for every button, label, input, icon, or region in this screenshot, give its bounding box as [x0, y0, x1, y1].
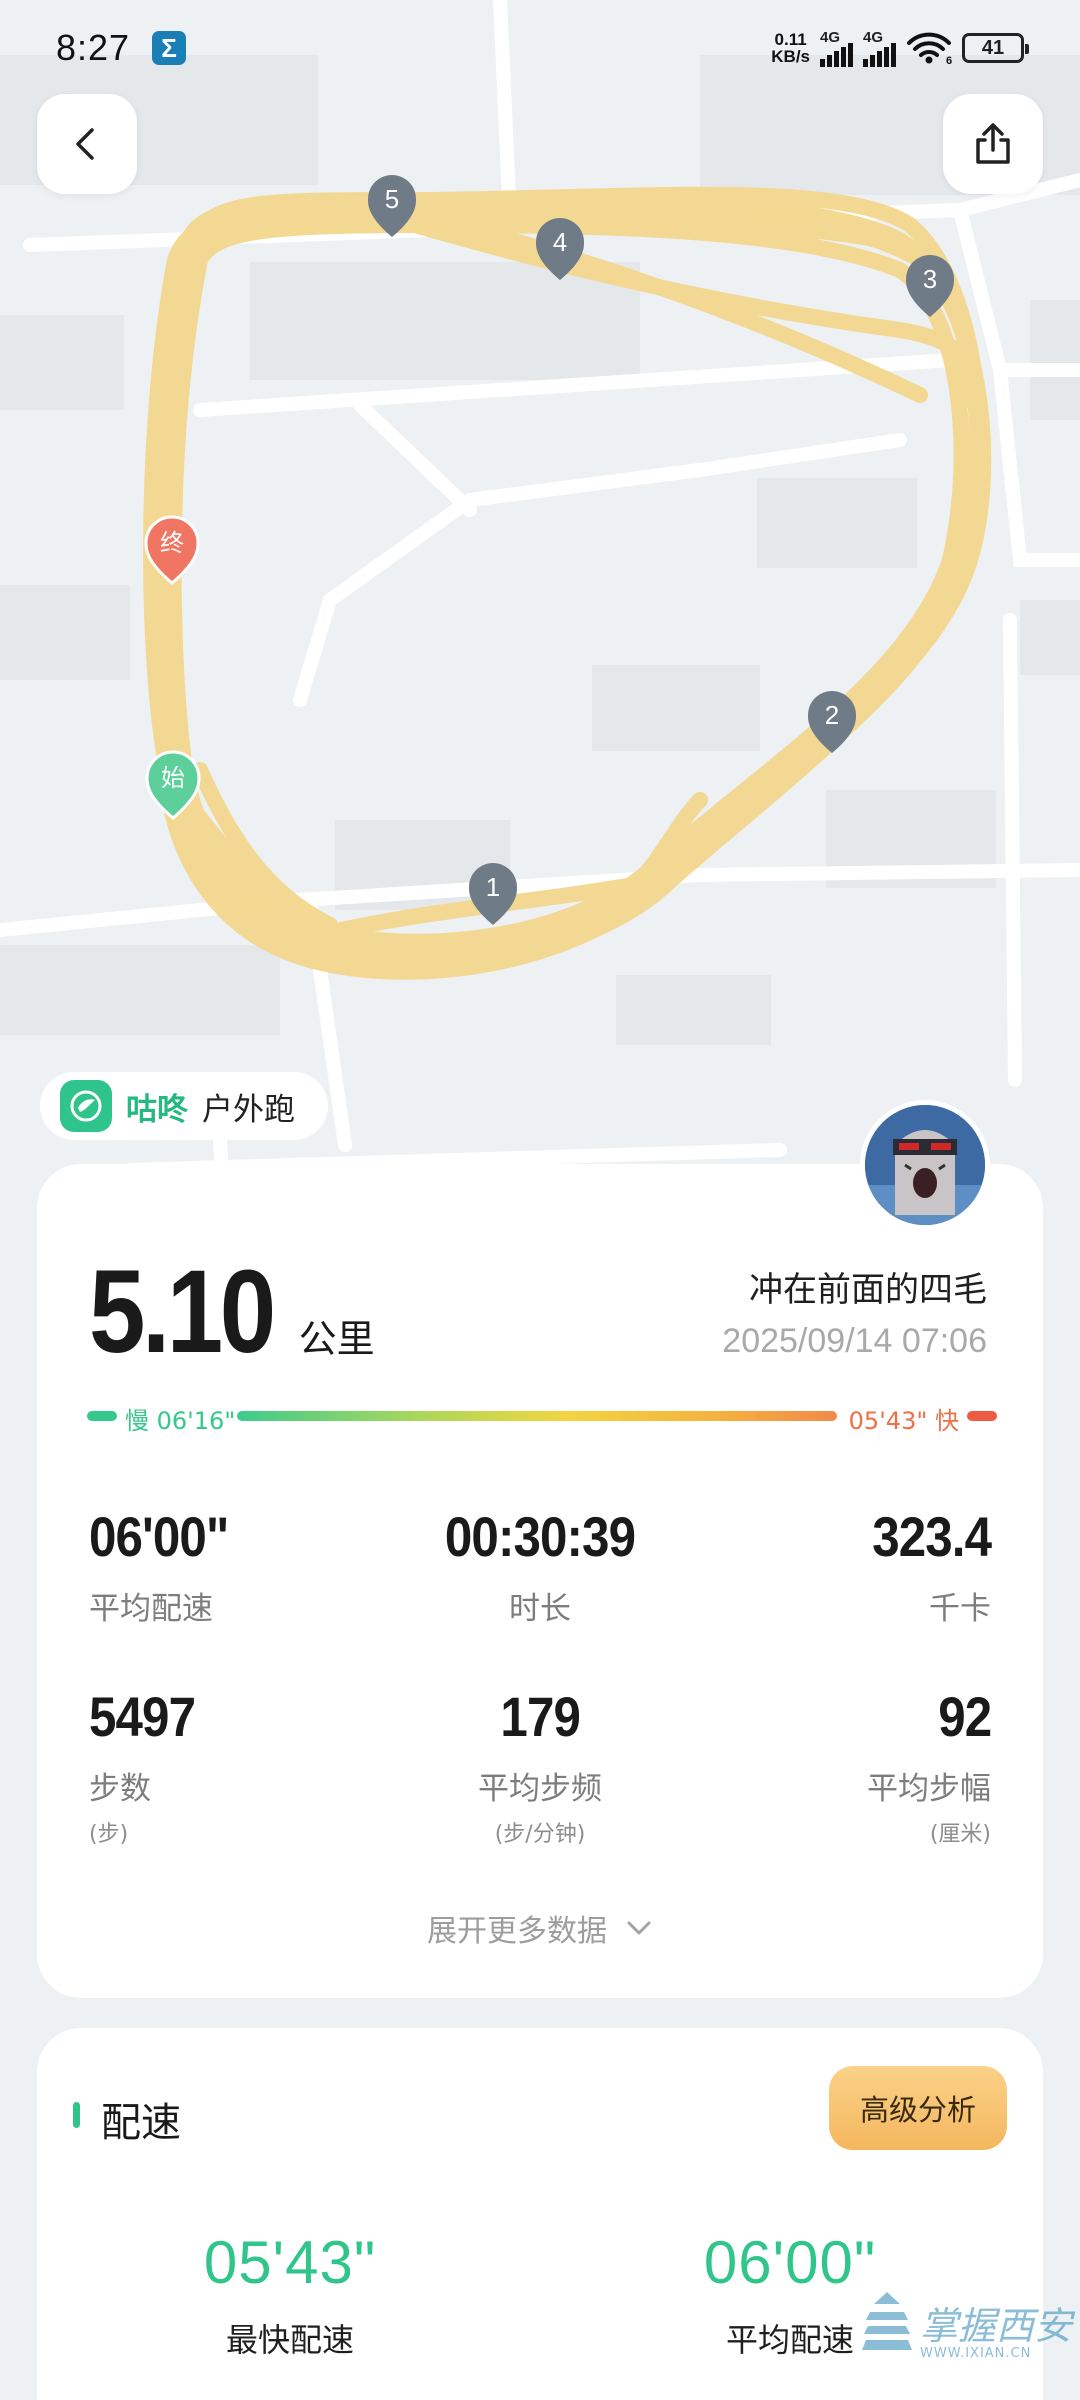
pagoda-logo-icon: [862, 2292, 912, 2350]
stat-calories: 323.4 千卡: [856, 1504, 992, 1628]
stat-label: 平均配速: [89, 1591, 213, 1627]
avatar[interactable]: [860, 1100, 990, 1230]
sigma-app-icon: Σ: [152, 31, 187, 65]
app-name: 咕咚: [126, 1091, 188, 1128]
expand-more-button[interactable]: 展开更多数据: [37, 1906, 1043, 1950]
stat-duration: 00:30:39 时长: [432, 1504, 648, 1628]
average-pace-value: 06'00": [703, 2229, 877, 2296]
stat-unit: (厘米): [929, 1822, 991, 1847]
end-marker-label: 终: [160, 529, 184, 557]
avatar-image-icon: [865, 1105, 985, 1225]
km-marker-3-label: 3: [923, 264, 937, 294]
share-button[interactable]: [943, 94, 1043, 194]
chevron-left-icon: [76, 128, 94, 160]
chevron-down-icon: [627, 1921, 651, 1935]
fastest-pace-value: 05'43": [203, 2229, 377, 2296]
activity-type: 户外跑: [202, 1091, 295, 1128]
battery-icon: 41: [962, 33, 1029, 63]
watermark-url: WWW.IXIAN.CN: [920, 2346, 1032, 2361]
stat-value: 06'00": [89, 1505, 229, 1568]
network-speed-value: 0.11: [774, 30, 807, 49]
share-icon: [976, 123, 1010, 164]
pace-slow-label: 慢 06'16": [125, 1407, 236, 1435]
km-marker-4-label: 4: [553, 227, 567, 257]
codoon-logo-icon: [60, 1080, 112, 1132]
km-marker-2-label: 2: [825, 700, 839, 730]
back-button[interactable]: [37, 94, 137, 194]
stat-unit: (步/分钟): [494, 1822, 586, 1847]
stat-value: 323.4: [872, 1505, 992, 1568]
stat-label: 平均步幅: [867, 1771, 991, 1807]
stat-value: 00:30:39: [444, 1505, 636, 1568]
battery-level: 41: [981, 36, 1005, 59]
stats-row: 5497 步数 (步) 179 平均步频 (步/分钟) 92 平均步幅 (厘米): [89, 1684, 992, 1864]
stat-steps: 5497 步数 (步): [89, 1684, 210, 1848]
fastest-pace-label: 最快配速: [225, 2321, 355, 2359]
summary-card: 5.10 公里 冲在前面的四毛 2025/09/14 07:06 慢 06'16…: [37, 1164, 1043, 1998]
app-source-tag: 咕咚 户外跑: [40, 1072, 328, 1140]
watermark-text: 掌握西安: [920, 2303, 1073, 2348]
km-marker-1-icon: 1: [469, 863, 517, 925]
section-accent-bar: [73, 2102, 80, 2128]
pace-fast-label: 05'43" 快: [848, 1407, 959, 1435]
expand-more-label: 展开更多数据: [427, 1914, 607, 1949]
stats-grid: 06'00" 平均配速 00:30:39 时长 323.4 千卡 5497 步数…: [89, 1504, 992, 1864]
watermark: 掌握西安 WWW.IXIAN.CN: [860, 2290, 1073, 2361]
stats-row: 06'00" 平均配速 00:30:39 时长 323.4 千卡: [89, 1504, 992, 1684]
stat-value: 179: [500, 1685, 580, 1748]
average-pace-label: 平均配速: [725, 2321, 855, 2359]
stat-label: 千卡: [929, 1591, 991, 1627]
stat-value: 5497: [89, 1685, 196, 1748]
fastest-pace: 05'43" 最快配速: [204, 2228, 376, 2361]
wifi-badge: 6: [946, 55, 952, 65]
stat-label: 平均步频: [478, 1771, 602, 1807]
user-name[interactable]: 冲在前面的四毛: [749, 1262, 987, 1311]
wifi-icon: 6: [907, 32, 952, 65]
signal-2-icon: 4G: [863, 29, 896, 67]
network-speed: 0.11 KB/s: [771, 31, 810, 65]
km-marker-1-label: 1: [486, 872, 500, 902]
stat-unit: (步): [89, 1822, 129, 1847]
stat-avg-pace: 06'00" 平均配速: [89, 1504, 247, 1628]
stat-value: 92: [937, 1685, 992, 1748]
status-time: 8:27: [56, 27, 131, 68]
signal-1-tag: 4G: [820, 29, 841, 46]
distance-unit: 公里: [298, 1317, 375, 1361]
signal-2-tag: 4G: [863, 29, 884, 46]
pace-range-bar: 慢 06'16" 05'43" 快: [87, 1396, 997, 1436]
network-speed-unit: KB/s: [771, 47, 810, 66]
distance: 5.10 公里: [89, 1244, 375, 1380]
stat-label: 时长: [508, 1591, 571, 1627]
advanced-analysis-button[interactable]: 高级分析: [829, 2066, 1007, 2150]
pace-gradient-bar: [237, 1411, 837, 1421]
stat-label: 步数: [89, 1771, 151, 1807]
average-pace: 06'00" 平均配速: [704, 2228, 876, 2361]
stat-cadence: 179 平均步频 (步/分钟): [478, 1684, 602, 1848]
km-marker-5-label: 5: [385, 184, 399, 214]
run-date: 2025/09/14 07:06: [722, 1322, 987, 1360]
status-bar: 8:27 Σ 0.11 KB/s 4G 4G 6 41: [0, 0, 1080, 96]
pace-bar-fast-cap: [967, 1411, 997, 1421]
pace-bar-slow-cap: [87, 1411, 117, 1421]
start-marker-label: 始: [161, 764, 185, 792]
pace-section-title: 配速: [101, 2100, 181, 2146]
signal-1-icon: 4G: [820, 29, 853, 67]
status-indicators: 0.11 KB/s 4G 4G 6 41: [771, 29, 1029, 67]
stat-stride: 92 平均步幅 (厘米): [867, 1684, 992, 1848]
distance-value: 5.10: [89, 1246, 276, 1378]
